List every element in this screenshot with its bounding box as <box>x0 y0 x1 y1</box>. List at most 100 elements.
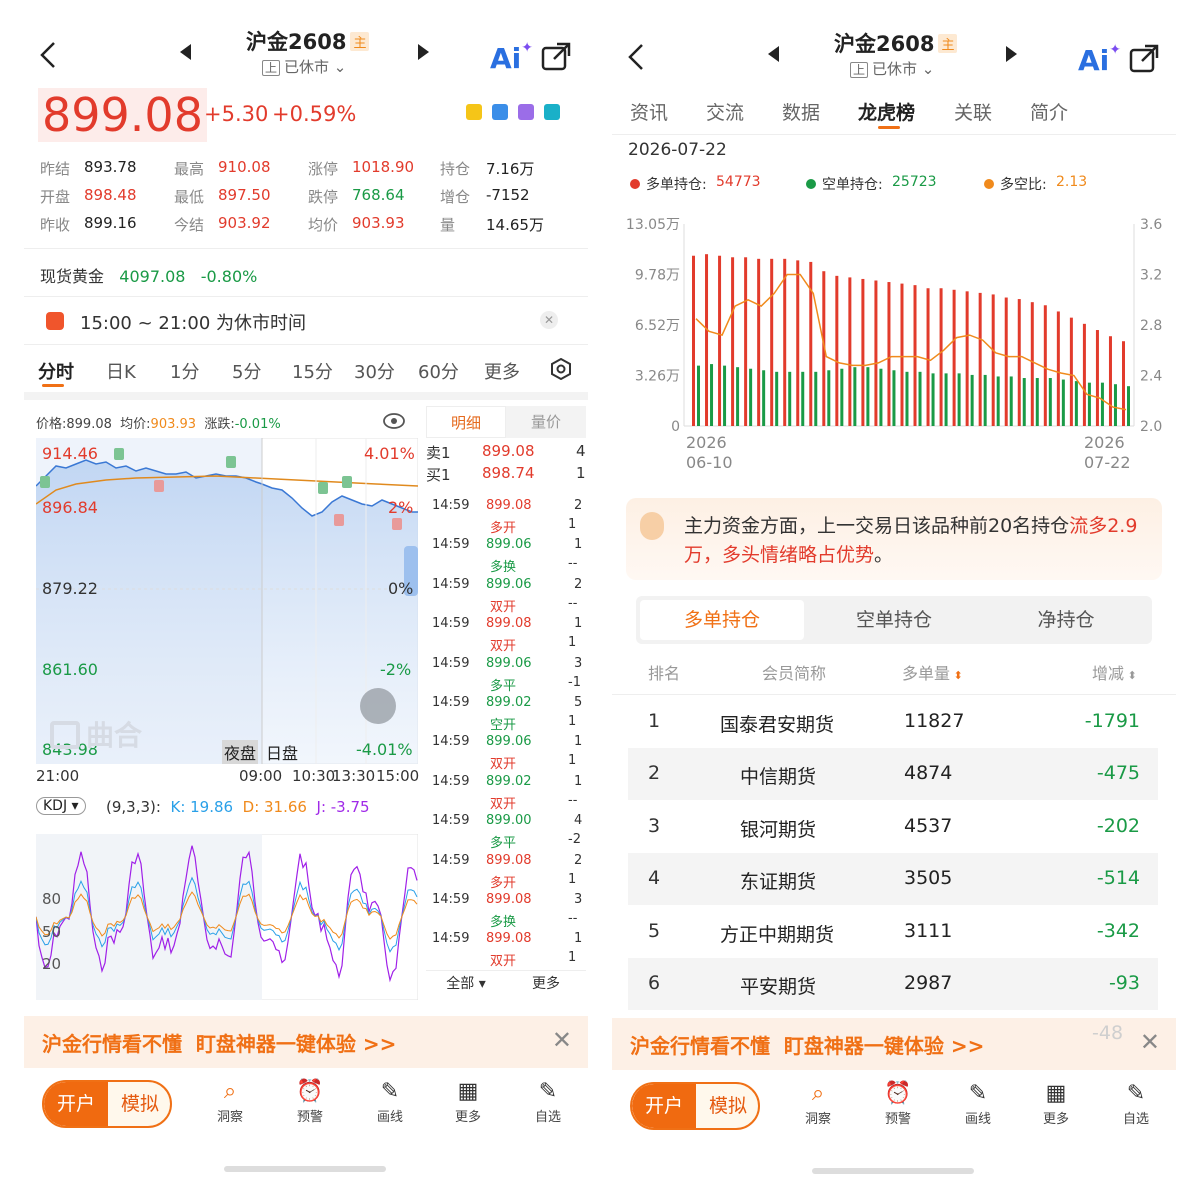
ai-icon[interactable]: Ai✦ <box>490 40 533 75</box>
bar-short <box>710 364 714 426</box>
close-icon[interactable]: ✕ <box>552 1026 572 1054</box>
row-member: 方正中期期货 <box>720 923 835 946</box>
more-tool[interactable]: ▦ 更多 <box>438 1078 498 1125</box>
tab-short-position[interactable]: 空单持仓 <box>812 600 976 640</box>
trade-qty: 2 <box>574 852 583 868</box>
draw-tool[interactable]: ✎ 画线 <box>948 1080 1008 1127</box>
prev-contract-icon[interactable] <box>768 46 780 66</box>
share-icon[interactable] <box>1128 42 1160 78</box>
col-member: 会员简称 <box>762 664 827 683</box>
table-row[interactable]: 4 东证期货 3505 -514 <box>628 853 1158 906</box>
insight-tool[interactable]: ⌕ 洞察 <box>788 1080 848 1127</box>
legend-dot <box>806 179 816 189</box>
promo-banner[interactable]: 沪金行情看不懂 盯盘神器一键体验 >> ✕ <box>24 1016 588 1068</box>
table-row[interactable]: 5 方正中期期货 3111 -342 <box>628 906 1158 958</box>
period-tab[interactable]: 更多 <box>484 358 520 384</box>
quote-label: 增仓 <box>440 188 471 206</box>
tab-long-position[interactable]: 多单持仓 <box>640 600 804 640</box>
settings-icon[interactable] <box>550 357 572 384</box>
exchange-tag: 上 <box>262 60 281 76</box>
watchlist-tool[interactable]: ✎ 自选 <box>518 1078 578 1125</box>
row-member: 东证期货 <box>740 871 817 894</box>
eye-icon[interactable] <box>382 412 406 434</box>
y-left-tick: 0 <box>671 419 680 435</box>
row-volume: 11827 <box>904 710 965 732</box>
contract-title: 沪金2608 主 <box>246 26 370 56</box>
alert-tool[interactable]: ⏰ 预警 <box>280 1078 340 1125</box>
bar-long <box>952 289 956 426</box>
trade-price: 899.08 <box>486 852 532 868</box>
kdj-level-80: 80 <box>42 890 62 908</box>
period-tab[interactable]: 日K <box>106 358 136 384</box>
y-left-tick: 6.52万 <box>635 318 680 334</box>
watchlist-tool[interactable]: ✎ 自选 <box>1106 1080 1166 1127</box>
ai-icon[interactable]: Ai✦ <box>1078 42 1121 77</box>
indicator-select[interactable]: KDJ ▾ <box>36 797 86 815</box>
tab-day-session[interactable]: 日盘 <box>266 740 298 764</box>
alert-tool[interactable]: ⏰ 预警 <box>868 1080 928 1127</box>
period-tab[interactable]: 5分 <box>232 358 261 384</box>
quick-tools[interactable] <box>466 104 560 124</box>
trade-list[interactable]: 卖1 899.08 4 买1 898.74 1 14:59 899.08 2 多开 1 14:59 89… <box>420 442 588 969</box>
content-tab[interactable]: 简介 <box>1030 98 1068 125</box>
back-icon[interactable] <box>38 40 58 74</box>
bar-long <box>939 288 943 426</box>
promo-banner[interactable]: 沪金行情看不懂 盯盘神器一键体验 >> -48 ✕ <box>612 1018 1176 1070</box>
market-status[interactable]: 上已休市 ⌄ <box>262 56 346 77</box>
open-account-button[interactable]: 开户 模拟 <box>630 1082 760 1130</box>
trade-qty: 3 <box>574 655 583 671</box>
bar-long <box>1082 323 1086 426</box>
period-tab[interactable]: 分时 <box>38 358 74 384</box>
table-row[interactable]: 2 中信期货 4874 -475 <box>628 748 1158 801</box>
x-label-1030: 10:30 <box>292 767 336 785</box>
quote-value: 910.08 <box>218 158 271 176</box>
open-account-button[interactable]: 开户 模拟 <box>42 1080 172 1128</box>
period-tab[interactable]: 30分 <box>354 358 395 384</box>
content-tab[interactable]: 龙虎榜 <box>858 98 915 125</box>
tab-volume-price[interactable]: 量价 <box>506 406 586 438</box>
table-row[interactable]: 3 银河期货 4537 -202 <box>628 801 1158 853</box>
open-interest-chart[interactable]: 0 3.26万 6.52万 9.78万 13.05万 2.0 2.4 2.8 3.2 3.6 202… <box>612 208 1176 478</box>
footer-all[interactable]: 全部 ▾ <box>426 970 506 996</box>
col-change[interactable]: 增减 ⬍ <box>1092 660 1137 684</box>
bar-long <box>770 258 774 426</box>
content-tab[interactable]: 数据 <box>782 98 820 125</box>
draw-tool[interactable]: ✎ 画线 <box>360 1078 420 1125</box>
period-tab[interactable]: 15分 <box>292 358 333 384</box>
bar-short <box>866 367 870 426</box>
bar-short <box>892 370 896 426</box>
row-change: -514 <box>1096 867 1140 890</box>
close-icon[interactable]: ✕ <box>1140 1028 1160 1056</box>
more-tool[interactable]: ▦ 更多 <box>1026 1080 1086 1127</box>
quote-value: 14.65万 <box>486 216 544 234</box>
next-contract-icon[interactable] <box>418 44 430 64</box>
share-icon[interactable] <box>540 40 572 76</box>
notice-close-icon[interactable]: ✕ <box>540 311 558 329</box>
table-row[interactable]: 1 国泰君安期货 11827 -1791 <box>628 696 1158 748</box>
tab-detail[interactable]: 明细 <box>426 406 506 438</box>
bar-long <box>1004 297 1008 426</box>
y-right-tick: 2.0 <box>1140 419 1162 435</box>
content-tab[interactable]: 关联 <box>954 98 992 125</box>
content-tab[interactable]: 资讯 <box>630 98 668 125</box>
back-icon[interactable] <box>626 42 646 76</box>
insight-icon: ⌕ <box>811 1081 825 1106</box>
tab-net-position[interactable]: 净持仓 <box>984 600 1148 640</box>
table-row[interactable]: 6 平安期货 2987 -93 <box>628 958 1158 1010</box>
spot-gold[interactable]: 现货黄金 4097.08 -0.80% <box>40 263 257 287</box>
period-tab[interactable]: 60分 <box>418 358 459 384</box>
legend-label: 多空比: <box>1000 177 1047 193</box>
col-volume[interactable]: 多单量 ⬍ <box>902 660 963 684</box>
legend-value: 25723 <box>892 174 937 190</box>
next-contract-icon[interactable] <box>1006 46 1018 66</box>
bar-short <box>944 373 948 426</box>
prev-contract-icon[interactable] <box>180 44 192 64</box>
period-tab[interactable]: 1分 <box>170 358 199 384</box>
quote-grid: 昨结 893.78 最高 910.08 涨停 1018.90 持仓 7.16万 开盘 898.48… <box>40 158 580 242</box>
insight-tool[interactable]: ⌕ 洞察 <box>200 1078 260 1125</box>
tab-night-session[interactable]: 夜盘 <box>222 740 259 764</box>
active-tab-indicator <box>42 384 64 387</box>
footer-more[interactable]: 更多 <box>506 970 586 996</box>
content-tab[interactable]: 交流 <box>706 98 744 125</box>
market-status[interactable]: 上已休市 ⌄ <box>850 58 934 79</box>
